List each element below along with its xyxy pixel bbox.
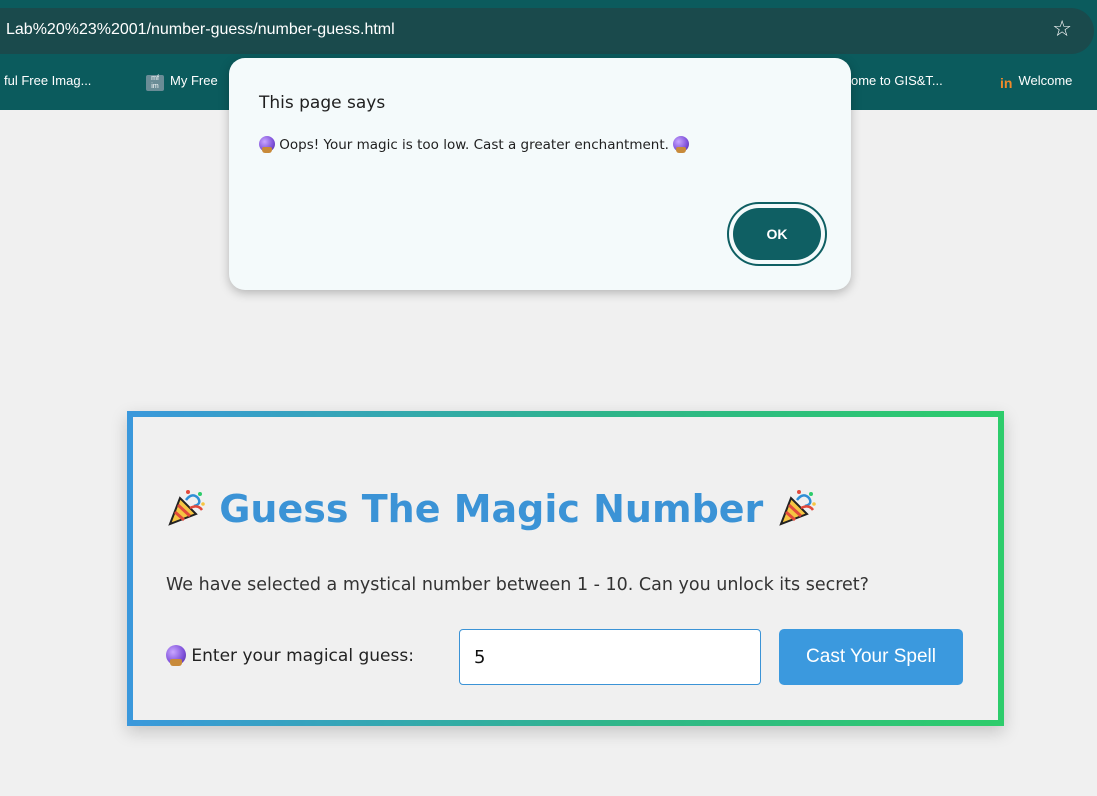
in-icon: in bbox=[1000, 75, 1013, 91]
crystal-ball-icon bbox=[259, 136, 275, 153]
game-card: Guess The Magic Number We have selected … bbox=[127, 411, 1004, 726]
party-popper-icon bbox=[166, 488, 206, 526]
dialog-message: Oops! Your magic is too low. Cast a grea… bbox=[279, 137, 669, 153]
alert-dialog: This page says Oops! Your magic is too l… bbox=[229, 58, 851, 290]
bookmark-free-images[interactable]: ful Free Imag... bbox=[4, 73, 91, 88]
guess-label: Enter your magical guess: bbox=[191, 646, 414, 666]
guess-input[interactable] bbox=[459, 629, 761, 685]
crystal-ball-icon bbox=[166, 645, 186, 666]
guess-form: Enter your magical guess: Cast Your Spel… bbox=[166, 629, 986, 685]
bookmark-welcome[interactable]: in Welcome bbox=[1000, 73, 1072, 91]
crystal-ball-icon bbox=[673, 136, 690, 153]
bookmark-label: ful Free Imag... bbox=[4, 73, 92, 88]
address-bar[interactable]: Lab%20%23%2001/number-guess/number-guess… bbox=[0, 8, 1094, 54]
dialog-message-row: Oops! Your magic is too low. Cast a grea… bbox=[259, 136, 690, 153]
game-card-body: Guess The Magic Number We have selected … bbox=[133, 417, 998, 720]
bookmark-label: My Free bbox=[170, 73, 218, 88]
ok-button-focus-ring: OK bbox=[727, 202, 827, 266]
bookmark-my-free[interactable]: mf im My Free bbox=[146, 73, 218, 91]
bookmark-label: ome to GIS&T... bbox=[851, 73, 943, 88]
mf-im-icon: mf im bbox=[146, 75, 164, 91]
page-title: Guess The Magic Number bbox=[219, 487, 764, 531]
star-icon[interactable]: ☆ bbox=[1052, 17, 1072, 43]
dialog-title: This page says bbox=[259, 93, 386, 113]
game-description: We have selected a mystical number betwe… bbox=[166, 575, 869, 595]
party-popper-icon bbox=[777, 488, 817, 526]
ok-button[interactable]: OK bbox=[733, 208, 821, 260]
cast-spell-button[interactable]: Cast Your Spell bbox=[779, 629, 963, 685]
bookmark-gis[interactable]: ome to GIS&T... bbox=[851, 73, 943, 88]
page-title-row: Guess The Magic Number bbox=[166, 487, 817, 531]
bookmark-label: Welcome bbox=[1018, 73, 1073, 88]
url-text[interactable]: Lab%20%23%2001/number-guess/number-guess… bbox=[6, 21, 395, 39]
guess-label-row: Enter your magical guess: bbox=[166, 645, 414, 666]
